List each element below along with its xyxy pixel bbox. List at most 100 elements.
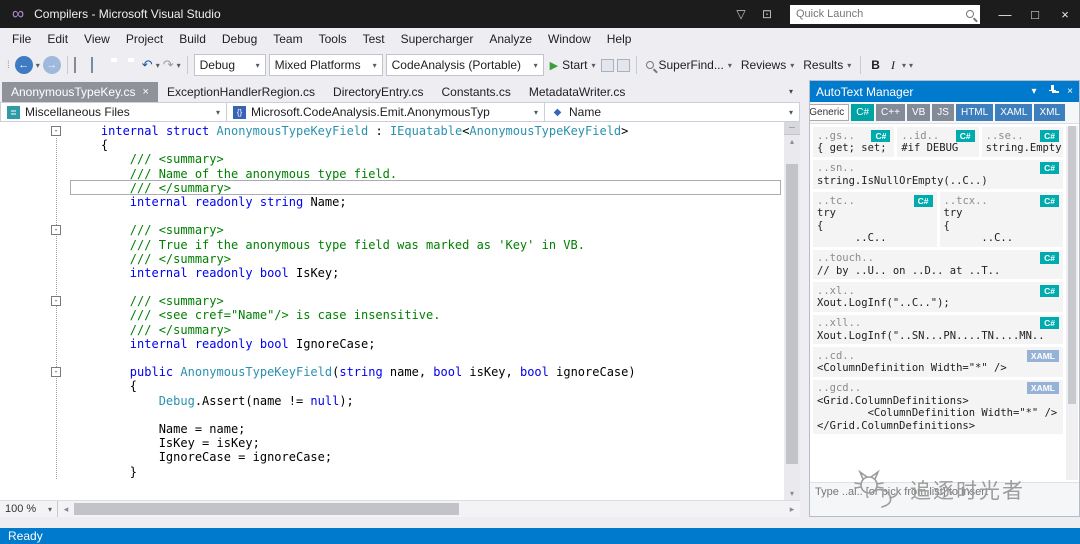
redo-icon[interactable]: ↷: [163, 57, 174, 73]
project-dropdown[interactable]: ≣ Miscellaneous Files ▾: [1, 103, 227, 121]
snippet-..tcx..[interactable]: ..tcx.. C# try{ ..C..: [939, 192, 1063, 247]
snippet-..sn..[interactable]: ..sn.. C# string.IsNullOrEmpty(..C..): [813, 159, 1063, 189]
code-editor[interactable]: - internal struct AnonymousTypeKeyField …: [0, 122, 800, 500]
navigate-back-icon[interactable]: ←: [14, 56, 33, 74]
open-file-icon[interactable]: [90, 57, 105, 73]
snippet-..gcd..[interactable]: ..gcd.. XAML <Grid.ColumnDefinitions> <Col…: [813, 379, 1063, 434]
results-button[interactable]: Results ▾: [800, 58, 854, 72]
startup-project-combo[interactable]: CodeAnalysis (Portable) ▾: [385, 54, 544, 76]
window-position-icon[interactable]: ▾: [1025, 86, 1043, 97]
menu-item-help[interactable]: Help: [599, 29, 640, 49]
fold-toggle-icon[interactable]: -: [51, 367, 61, 378]
snippet-..touch..[interactable]: ..touch.. C# // by ..U.. on ..D.. at ..T..: [813, 249, 1063, 279]
lang-tab-XAML[interactable]: XAML: [995, 104, 1033, 121]
menu-item-team[interactable]: Team: [265, 29, 310, 49]
document-list-dropdown-icon[interactable]: ▾: [789, 87, 800, 96]
toolbar-overflow-icon[interactable]: ▾: [902, 61, 906, 70]
lang-tab-VB[interactable]: VB: [906, 104, 931, 121]
fold-toggle-icon[interactable]: -: [51, 126, 61, 136]
scroll-up-icon[interactable]: ▴: [784, 135, 800, 148]
horizontal-scroll-track[interactable]: [74, 501, 784, 517]
toolbar-misc-icon[interactable]: [617, 58, 631, 72]
menu-item-supercharger[interactable]: Supercharger: [393, 29, 482, 49]
menu-item-test[interactable]: Test: [355, 29, 393, 49]
save-icon[interactable]: [108, 58, 122, 72]
code-line: [0, 408, 784, 422]
minimize-button[interactable]: —: [990, 0, 1020, 28]
zoom-dropdown[interactable]: 100 % ▾: [0, 501, 58, 517]
panel-close-icon[interactable]: ×: [1061, 86, 1079, 97]
vertical-scroll-thumb[interactable]: [786, 164, 798, 464]
toolbar-overflow-icon[interactable]: ▾: [909, 61, 913, 70]
italic-button[interactable]: I: [887, 58, 899, 73]
lang-tab-HTML[interactable]: HTML: [955, 104, 994, 121]
tab-MetadataWriter.cs[interactable]: MetadataWriter.cs: [520, 82, 634, 102]
toolbar-grip-icon[interactable]: ⁞: [5, 60, 12, 71]
snippet-..id..[interactable]: ..id.. C# #if DEBUG: [897, 127, 979, 157]
start-debugging-button[interactable]: ▶ Start ▾: [547, 58, 599, 72]
panel-scroll-thumb[interactable]: [1068, 126, 1076, 404]
toolbar-misc-icon[interactable]: [601, 58, 615, 72]
editor-vertical-scrollbar[interactable]: — ▴ ▾: [784, 122, 800, 500]
type-dropdown[interactable]: {} Microsoft.CodeAnalysis.Emit.Anonymous…: [227, 103, 545, 121]
quick-launch-input[interactable]: Quick Launch: [790, 4, 980, 24]
save-all-icon[interactable]: [125, 58, 139, 72]
code-lines[interactable]: - internal struct AnonymousTypeKeyField …: [0, 122, 784, 500]
menu-item-tools[interactable]: Tools: [311, 29, 355, 49]
close-button[interactable]: ×: [1050, 0, 1080, 28]
menu-item-edit[interactable]: Edit: [39, 29, 76, 49]
snippet-..se..[interactable]: ..se.. C# string.Empty: [981, 127, 1063, 157]
tab-DirectoryEntry.cs[interactable]: DirectoryEntry.cs: [324, 82, 432, 102]
solution-platform-combo[interactable]: Mixed Platforms ▾: [268, 54, 383, 76]
horizontal-scroll-thumb[interactable]: [74, 503, 459, 515]
bold-button[interactable]: B: [867, 58, 884, 72]
snippet-body: try{ ..C..: [943, 207, 1014, 244]
reviews-button[interactable]: Reviews ▾: [738, 58, 797, 72]
lang-tab-C++[interactable]: C++: [876, 104, 905, 121]
fold-toggle-icon[interactable]: -: [51, 296, 61, 307]
snippet-..tc..[interactable]: ..tc.. C# try{ ..C..: [813, 192, 937, 247]
undo-icon[interactable]: ↶: [142, 57, 153, 73]
snippet-..xll..[interactable]: ..xll.. C# Xout.LogInf("..SN...PN....TN...…: [813, 314, 1063, 344]
editor-split-handle[interactable]: —: [784, 122, 800, 135]
menu-item-project[interactable]: Project: [118, 29, 171, 49]
menu-item-analyze[interactable]: Analyze: [481, 29, 540, 49]
pin-icon[interactable]: [1043, 85, 1061, 98]
scroll-left-icon[interactable]: ◂: [58, 504, 74, 515]
tab-ExceptionHandlerRegion.cs[interactable]: ExceptionHandlerRegion.cs: [158, 82, 324, 102]
panel-scrollbar[interactable]: [1066, 126, 1078, 480]
toolbar-separator: [636, 56, 638, 74]
snippet-..cd..[interactable]: ..cd.. XAML <ColumnDefinition Width="*" />: [813, 347, 1063, 377]
tab-AnonymousTypeKey.cs[interactable]: AnonymousTypeKey.cs ×: [2, 82, 158, 102]
menu-item-view[interactable]: View: [76, 29, 118, 49]
navigate-back-dropdown-icon[interactable]: ▾: [36, 61, 40, 70]
solution-configuration-combo[interactable]: Debug ▾: [193, 54, 266, 76]
notifications-flag-icon[interactable]: ▽: [728, 7, 754, 21]
menu-item-build[interactable]: Build: [171, 29, 214, 49]
feedback-icon[interactable]: ⊡: [754, 7, 780, 21]
snippet-..gs..[interactable]: ..gs.. C#{ get; set; }: [813, 127, 895, 157]
superfind-button[interactable]: SuperFind... ▾: [643, 58, 734, 72]
new-file-icon[interactable]: [73, 57, 88, 73]
code-gutter: -: [0, 124, 72, 138]
member-dropdown[interactable]: ◆ Name ▾: [545, 103, 799, 121]
lang-tab-Generic[interactable]: Generic: [810, 104, 850, 121]
tab-close-icon[interactable]: ×: [143, 86, 149, 98]
snippet-..xl..[interactable]: ..xl.. C# Xout.LogInf("..C..");: [813, 282, 1063, 312]
lang-tab-C#[interactable]: C#: [851, 104, 875, 121]
panel-splitter[interactable]: [800, 80, 809, 517]
scroll-down-icon[interactable]: ▾: [784, 487, 800, 500]
menu-item-file[interactable]: File: [4, 29, 39, 49]
menu-item-window[interactable]: Window: [540, 29, 599, 49]
fold-toggle-icon[interactable]: -: [51, 225, 61, 236]
undo-dropdown-icon[interactable]: ▾: [156, 61, 160, 70]
scroll-right-icon[interactable]: ▸: [784, 504, 800, 515]
snippet-name: ..gcd..: [817, 382, 862, 394]
navigate-forward-icon[interactable]: →: [42, 56, 61, 74]
maximize-button[interactable]: □: [1020, 0, 1050, 28]
tab-Constants.cs[interactable]: Constants.cs: [433, 82, 520, 102]
redo-dropdown-icon[interactable]: ▾: [177, 61, 181, 70]
menu-item-debug[interactable]: Debug: [214, 29, 265, 49]
lang-tab-JS[interactable]: JS: [932, 104, 954, 121]
lang-tab-XML[interactable]: XML: [1034, 104, 1065, 121]
